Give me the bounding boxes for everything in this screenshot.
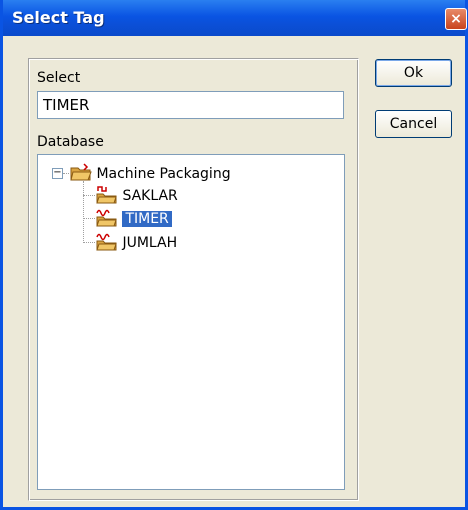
tree-root-node[interactable]: Machine Packaging [70, 163, 231, 182]
analog-tag-icon [96, 209, 117, 227]
ok-button[interactable]: Ok [375, 59, 452, 87]
tree-root-label: Machine Packaging [96, 166, 231, 182]
digital-tag-icon [96, 186, 117, 204]
tree-connector [63, 173, 69, 174]
tree-item-label: JUMLAH [122, 235, 178, 251]
title-bar: Select Tag × [3, 0, 467, 36]
cancel-button[interactable]: Cancel [375, 110, 452, 138]
tree-connector [83, 181, 84, 243]
collapse-toggle[interactable]: − [52, 168, 63, 179]
tree-connector [83, 195, 95, 196]
select-tag-dialog: Select Tag × Select TIMER Database − Mac… [0, 0, 468, 510]
tree-connector [83, 242, 95, 243]
database-label: Database [37, 134, 104, 150]
tree-connector [83, 218, 95, 219]
tree-item-saklar[interactable]: SAKLAR [96, 184, 178, 204]
analog-tag-icon [96, 233, 117, 251]
select-input[interactable]: TIMER [37, 91, 344, 119]
select-label: Select [37, 70, 81, 86]
tree-item-label: TIMER [122, 211, 172, 227]
tree-item-jumlah[interactable]: JUMLAH [96, 231, 177, 251]
database-tree[interactable]: − Machine Packaging SAKLAR TIMER JUMLAH [37, 154, 345, 490]
close-button[interactable]: × [445, 8, 467, 30]
window-title: Select Tag [12, 8, 105, 27]
tree-item-label: SAKLAR [122, 188, 178, 204]
folder-tag-icon [70, 163, 92, 181]
tree-item-timer[interactable]: TIMER [96, 207, 172, 227]
